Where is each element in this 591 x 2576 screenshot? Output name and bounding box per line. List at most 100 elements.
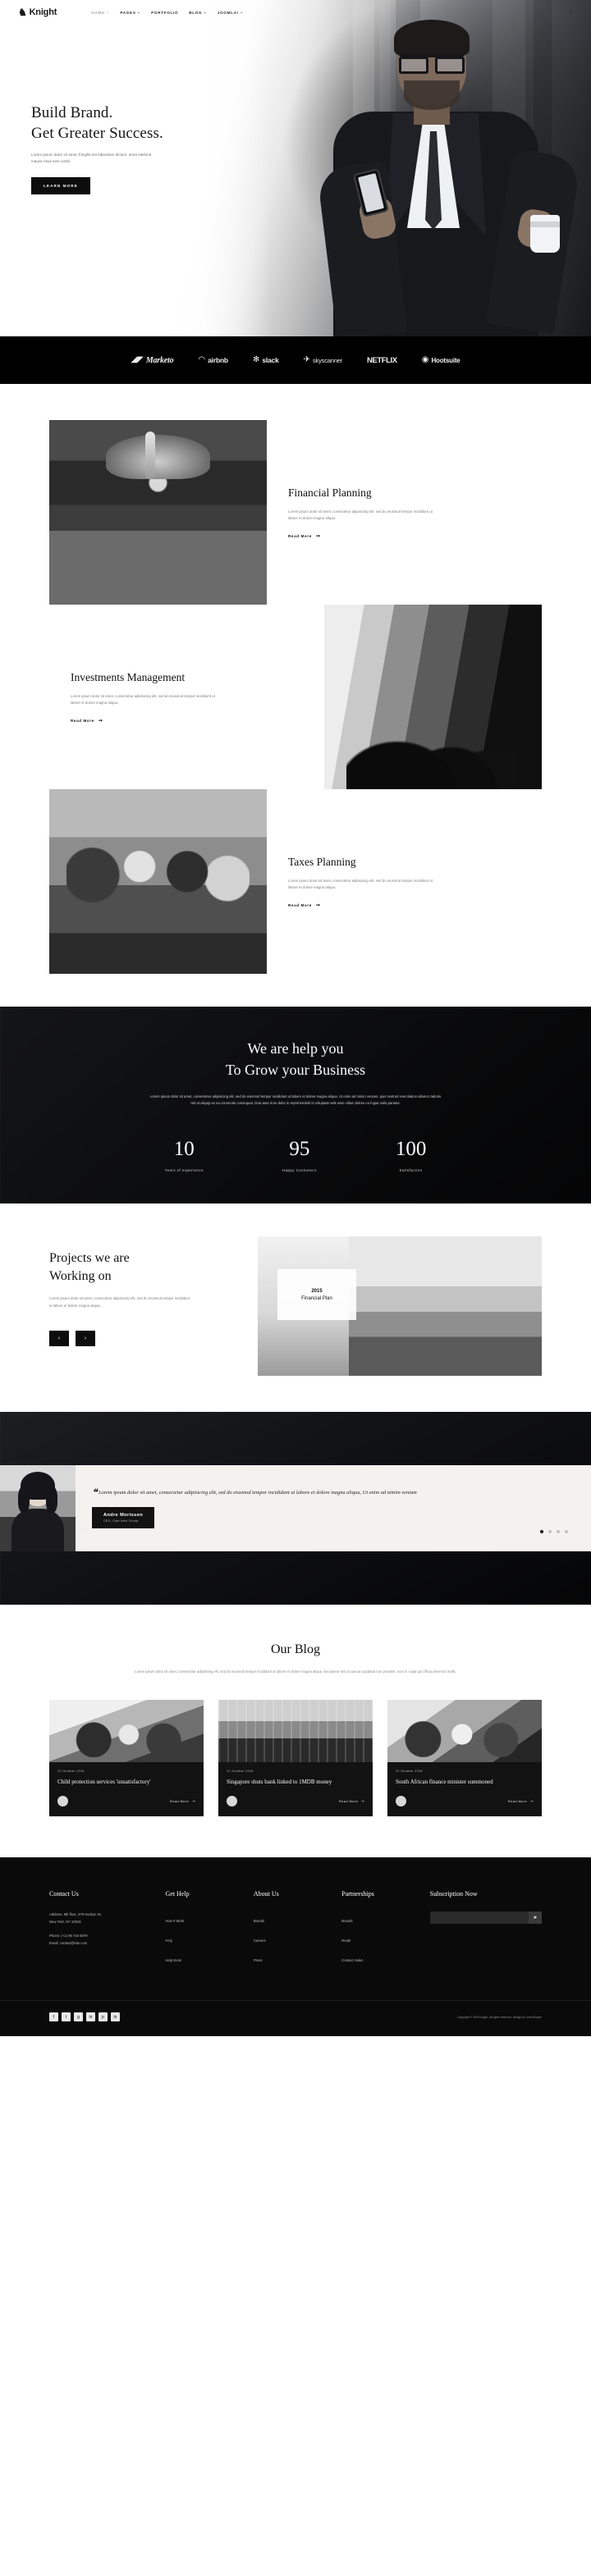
carousel-prev-button[interactable]: ‹	[49, 1330, 69, 1346]
read-more-label: Read More	[288, 533, 312, 538]
blog-card[interactable]: 12 October 2016 Child protection service…	[49, 1700, 204, 1817]
service-title: Investments Management	[71, 671, 186, 684]
logo-airbnb[interactable]: ◠ airbnb	[198, 355, 228, 365]
stat-label: Years of experience	[164, 1168, 204, 1173]
blog-image-office-group	[387, 1700, 542, 1763]
footer-column-title: Get Help	[165, 1890, 190, 1898]
footer-link-faq[interactable]: FAQ	[165, 1939, 172, 1943]
service-title: Financial Planning	[288, 486, 372, 500]
nav-label: PAGES	[120, 10, 136, 15]
testimonial-section: ❝ ❝ Lorem ipsum dolor sit amet, consecte…	[0, 1412, 591, 1605]
footer-link-help-desk[interactable]: Help Desk	[165, 1958, 181, 1962]
footer-columns: Contact Us Address: 8th floor, 379 Hudso…	[49, 1890, 542, 1971]
service-read-more-link[interactable]: Read More ➞	[288, 533, 520, 539]
instagram-icon[interactable]: in	[111, 2012, 120, 2022]
service-read-more-link[interactable]: Read More ➞	[288, 902, 520, 908]
hero-subtitle: Lorem ipsum dolor sit amet, fringilla es…	[31, 152, 152, 164]
service-row-investments-management: Investments Management Lorem ipsum dolor…	[49, 605, 542, 789]
footer-column-subscription: Subscription Now ➤	[429, 1890, 542, 1971]
hootsuite-mark-icon: ◉	[421, 355, 429, 364]
blog-post-title: Singapore shuts bank linked to 1MDB mone…	[227, 1779, 332, 1786]
blog-read-more-link[interactable]: Read More ➞	[339, 1799, 364, 1804]
blog-image-business-people	[49, 1700, 204, 1763]
nav-item-home[interactable]: HOME ⌄	[91, 11, 109, 15]
main-navigation: ♞ Knight HOME ⌄ PAGES ⌄ PORTFOLIO BLOG ⌄…	[0, 0, 591, 25]
logo-label: Marketo	[145, 355, 174, 365]
service-image-hands-seedling	[49, 420, 267, 605]
service-body: Lorem ipsum dolor sit amet, consectetur …	[288, 509, 433, 521]
footer-link-how-it-work[interactable]: How It Work	[165, 1919, 184, 1923]
airbnb-mark-icon: ◠	[198, 355, 206, 364]
footer-link-retail[interactable]: Retail	[341, 1939, 350, 1943]
social-links: f t g in p in	[49, 2012, 120, 2022]
stats-title: We are help you To Grow your Business	[0, 1038, 591, 1080]
logo-label: NETFLIX	[366, 355, 397, 365]
testimonial-attribution: Andre Morisson CEO, Cast Next Group	[92, 1507, 155, 1529]
service-image-team-laptop	[49, 789, 267, 974]
arrow-right-icon: ➞	[361, 1800, 364, 1804]
blog-read-more-link[interactable]: Read More ➞	[170, 1799, 195, 1804]
stat-satisfaction: 100 Satisfaction	[396, 1138, 427, 1172]
arrow-right-icon: ➞	[98, 718, 103, 724]
pagination-dot-active[interactable]	[540, 1530, 543, 1533]
footer-link-contact-sales[interactable]: Contact Sales	[341, 1958, 363, 1962]
blog-lead-text: Lorem ipsum dolor sit amet, consectetur …	[135, 1669, 456, 1674]
footer-link-brands[interactable]: Brands	[254, 1919, 264, 1923]
linkedin-icon[interactable]: in	[86, 2012, 95, 2022]
testimonial-text: ❝ Lorem ipsum dolor sit amet, consectetu…	[92, 1486, 575, 1498]
site-logo[interactable]: ♞ Knight	[18, 7, 57, 17]
hero-title-line2: Get Greater Success.	[31, 125, 163, 143]
brand-name: Knight	[29, 7, 57, 17]
testimonial-role: CEO, Cast Next Group	[103, 1519, 139, 1523]
nav-item-blog[interactable]: BLOG ⌄	[189, 11, 207, 15]
search-icon[interactable]: ⌕	[570, 8, 573, 16]
learn-more-button[interactable]: LEARN MORE	[31, 176, 90, 194]
service-read-more-link[interactable]: Read More ➞	[71, 718, 303, 724]
blog-read-more-link[interactable]: Read More ➞	[508, 1799, 534, 1804]
projects-title-line1: Projects we are	[49, 1251, 130, 1265]
nav-label: BLOG	[189, 10, 203, 15]
footer-column-title: Subscription Now	[429, 1890, 478, 1898]
testimonial-body: Lorem ipsum dolor sit amet, consectetur …	[98, 1489, 417, 1496]
logo-label: slack	[262, 356, 279, 364]
logo-slack[interactable]: ✻ slack	[253, 356, 279, 365]
subscription-submit-button[interactable]: ➤	[529, 1911, 542, 1925]
stat-value: 100	[395, 1138, 427, 1161]
site-footer: Contact Us Address: 8th floor, 379 Hudso…	[0, 1857, 591, 2037]
pagination-dot[interactable]	[557, 1530, 560, 1533]
facebook-icon[interactable]: f	[49, 2012, 58, 2022]
nav-item-portfolio[interactable]: PORTFOLIO	[151, 11, 178, 15]
service-text: Financial Planning Lorem ipsum dolor sit…	[267, 420, 542, 605]
logo-hootsuite[interactable]: ◉ Hootsuite	[422, 356, 460, 364]
logo-netflix[interactable]: NETFLIX	[367, 356, 397, 365]
pagination-dot[interactable]	[565, 1530, 568, 1533]
service-image-meeting-chairs	[324, 605, 542, 789]
pinterest-icon[interactable]: p	[98, 2012, 108, 2022]
carousel-next-button[interactable]: ›	[76, 1330, 95, 1346]
service-body: Lorem ipsum dolor sit amet, consectetur …	[288, 878, 433, 890]
nav-item-pages[interactable]: PAGES ⌄	[120, 11, 140, 15]
projects-slide[interactable]: 2015 Financial Plan	[258, 1236, 542, 1376]
subscription-email-input[interactable]	[429, 1911, 529, 1925]
footer-link-brands-2[interactable]: Brands	[341, 1919, 352, 1923]
hero-title-line1: Build Brand.	[31, 104, 113, 121]
google-plus-icon[interactable]: g	[74, 2012, 83, 2022]
footer-link-press[interactable]: Press	[254, 1958, 263, 1962]
quote-open-icon: ❝	[92, 1486, 98, 1498]
twitter-icon[interactable]: t	[62, 2012, 71, 2022]
footer-column-partnerships: Partnerships Brands Retail Contact Sales	[341, 1890, 421, 1971]
testimonial-quote-block: ❝ Lorem ipsum dolor sit amet, consectetu…	[76, 1486, 591, 1529]
logo-skyscanner[interactable]: ✈ skyscanner	[304, 356, 343, 364]
logo-marketo[interactable]: ◢◤ Marketo	[131, 356, 173, 365]
service-text: Taxes Planning Lorem ipsum dolor sit ame…	[267, 789, 542, 974]
projects-title: Projects we are Working on	[49, 1249, 236, 1286]
blog-card[interactable]: 12 October 2016 South African finance mi…	[387, 1700, 542, 1817]
pagination-dot[interactable]	[548, 1530, 552, 1533]
blog-card[interactable]: 12 October 2016 Singapore shuts bank lin…	[218, 1700, 373, 1817]
marketo-mark-icon: ◢◤	[131, 355, 144, 364]
nav-label: PORTFOLIO	[151, 10, 179, 15]
nav-item-joomla[interactable]: JOOMLA! ⌄	[218, 11, 244, 15]
read-more-label: Read More	[288, 902, 312, 907]
footer-link-careers[interactable]: Careers	[254, 1939, 266, 1943]
blog-date: 12 October 2016	[57, 1770, 85, 1774]
